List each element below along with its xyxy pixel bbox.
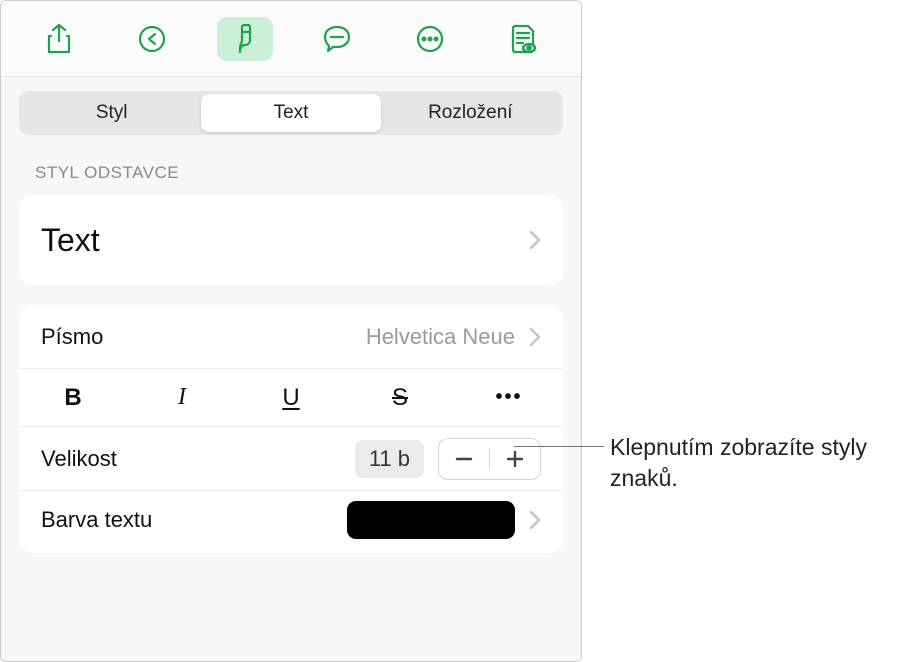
toolbar [1, 1, 581, 77]
paragraph-style-value: Text [41, 222, 100, 259]
text-color-label: Barva textu [41, 507, 152, 533]
segmented-control: Styl Text Rozložení [19, 91, 563, 135]
tab-layout[interactable]: Rozložení [381, 94, 560, 132]
size-label: Velikost [41, 446, 117, 472]
callout-text: Klepnutím zobrazíte styly znaků. [610, 432, 900, 494]
segmented-control-wrap: Styl Text Rozložení [1, 77, 581, 135]
format-button[interactable] [217, 17, 273, 61]
comment-icon [322, 25, 352, 53]
share-icon [46, 24, 72, 54]
chevron-right-icon [529, 230, 541, 250]
paragraph-style-row[interactable]: Text [19, 195, 563, 285]
font-value: Helvetica Neue [366, 324, 515, 350]
size-decrease-button[interactable] [439, 439, 489, 479]
text-style-row: B I U S ••• [19, 369, 563, 427]
font-row[interactable]: Písmo Helvetica Neue [19, 305, 563, 369]
more-button[interactable] [402, 17, 458, 61]
paragraph-style-card: Text [19, 195, 563, 285]
tab-style[interactable]: Styl [22, 94, 201, 132]
size-value[interactable]: 11 b [355, 440, 424, 478]
italic-button[interactable]: I [156, 384, 208, 411]
underline-button[interactable]: U [265, 384, 317, 412]
chevron-right-icon [529, 327, 541, 347]
undo-button[interactable] [124, 17, 180, 61]
font-label: Písmo [41, 324, 103, 350]
font-card: Písmo Helvetica Neue B I U S ••• Velikos… [19, 305, 563, 553]
more-styles-button[interactable]: ••• [483, 386, 535, 409]
paintbrush-icon [231, 24, 259, 54]
size-stepper [438, 438, 541, 480]
more-circle-icon [415, 24, 445, 54]
text-color-row[interactable]: Barva textu [19, 491, 563, 553]
reader-button[interactable] [495, 17, 551, 61]
undo-icon [137, 24, 167, 54]
size-row: Velikost 11 b [19, 427, 563, 491]
bold-button[interactable]: B [47, 384, 99, 412]
plus-icon [505, 449, 525, 469]
tab-text[interactable]: Text [201, 94, 380, 132]
inspector-panel: Styl Text Rozložení STYL ODSTAVCE Text P… [0, 0, 582, 662]
document-eye-icon [509, 24, 537, 54]
text-color-swatch[interactable] [347, 501, 515, 539]
minus-icon [454, 449, 474, 469]
section-label-paragraph-style: STYL ODSTAVCE [1, 135, 581, 195]
comment-button[interactable] [309, 17, 365, 61]
strikethrough-button[interactable]: S [374, 384, 426, 412]
chevron-right-icon [529, 510, 541, 530]
size-increase-button[interactable] [490, 439, 540, 479]
share-button[interactable] [31, 17, 87, 61]
callout-leader-line [514, 446, 604, 447]
